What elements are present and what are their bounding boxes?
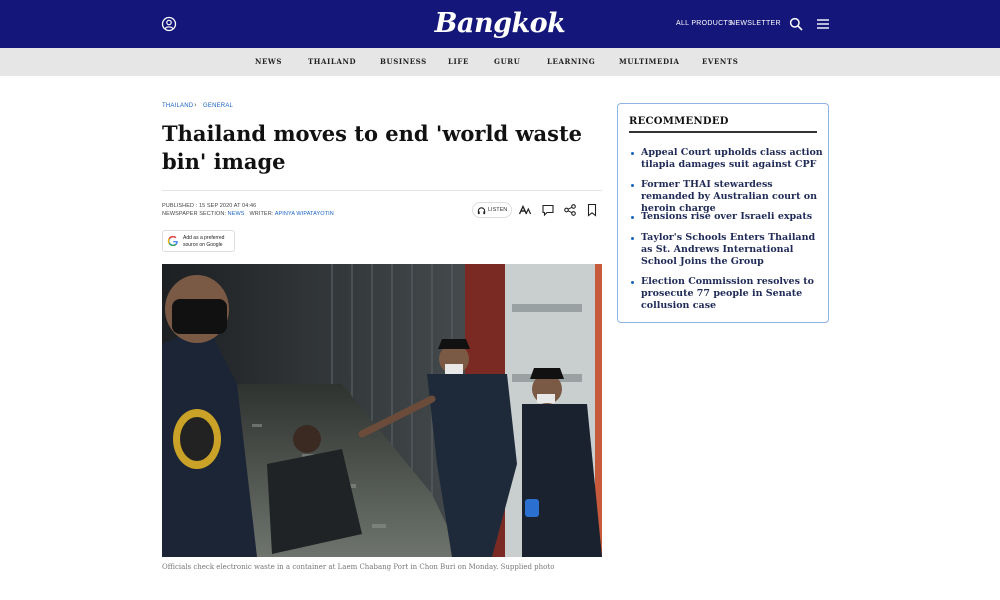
recommended-box: RECOMMENDED Appeal Court upholds class a… xyxy=(617,103,829,323)
breadcrumb-subsection[interactable]: GENERAL xyxy=(203,102,233,110)
listen-button[interactable]: LISTEN xyxy=(472,202,512,218)
recommended-item-label[interactable]: Appeal Court upholds class action tilapi… xyxy=(641,147,823,170)
section-link[interactable]: NEWS xyxy=(228,211,245,217)
google-preferred-source-button[interactable]: Add as a preferred source on Google xyxy=(162,230,235,252)
recommended-item-label[interactable]: Former THAI stewardess remanded by Austr… xyxy=(641,179,817,214)
nav-item-learning[interactable]: LEARNING xyxy=(547,57,595,67)
e-waste-container-photo xyxy=(162,264,602,557)
section-label: NEWSPAPER SECTION: xyxy=(162,211,228,217)
published-label: PUBLISHED : xyxy=(162,203,199,209)
nav-item-multimedia[interactable]: MULTIMEDIA xyxy=(619,57,680,67)
writer-link[interactable]: APINYA WIPATAYOTIN xyxy=(275,211,334,217)
bullet-icon xyxy=(631,281,634,284)
article-title: Thailand moves to end 'world waste bin' … xyxy=(162,121,583,174)
nav-item-news[interactable]: NEWS xyxy=(255,57,282,67)
recommended-title: RECOMMENDED xyxy=(629,116,729,127)
newsletter-link[interactable]: NEWSLETTER xyxy=(730,19,781,29)
hamburger-menu-icon[interactable] xyxy=(816,17,830,31)
recommended-divider xyxy=(629,131,817,133)
google-badge-label: Add as a preferred source on Google xyxy=(183,235,225,248)
all-products-link[interactable]: ALL PRODUCTS xyxy=(676,19,733,29)
bullet-icon xyxy=(631,184,634,187)
nav-item-events[interactable]: EVENTS xyxy=(702,57,738,67)
share-icon[interactable] xyxy=(563,203,577,217)
breadcrumb-separator-icon: › xyxy=(194,101,197,109)
top-header: Bangkok Post ALL PRODUCTS NEWSLETTER xyxy=(0,0,1000,79)
recommended-item[interactable]: Former THAI stewardess remanded by Austr… xyxy=(629,179,825,215)
bullet-icon xyxy=(631,237,634,240)
divider xyxy=(162,190,602,191)
recommended-item[interactable]: Appeal Court upholds class action tilapi… xyxy=(629,147,825,171)
recommended-item-label[interactable]: Election Commission resolves to prosecut… xyxy=(641,276,814,311)
photo-caption: Officials check electronic waste in a co… xyxy=(162,563,555,571)
nav-item-life[interactable]: LIFE xyxy=(448,57,469,67)
nav-item-guru[interactable]: GURU xyxy=(494,57,520,67)
recommended-item[interactable]: Election Commission resolves to prosecut… xyxy=(629,276,825,312)
search-icon[interactable] xyxy=(789,17,803,31)
recommended-item-label[interactable]: Tensions rise over Israeli expats xyxy=(641,211,812,222)
site-logo[interactable]: Bangkok Post xyxy=(400,4,600,79)
bookmark-icon[interactable] xyxy=(585,203,599,217)
listen-label: LISTEN xyxy=(488,207,508,213)
writer-label: WRITER: xyxy=(249,211,275,217)
published-line: PUBLISHED : 15 SEP 2020 AT 04:46 xyxy=(162,203,256,210)
nav-item-thailand[interactable]: THAILAND xyxy=(308,57,356,67)
published-date: 15 SEP 2020 AT 04:46 xyxy=(198,203,257,209)
user-account-icon[interactable] xyxy=(161,16,177,32)
headphones-icon xyxy=(477,207,486,215)
recommended-item[interactable]: Taylor's Schools Enters Thailand as St. … xyxy=(629,232,825,268)
font-size-icon[interactable] xyxy=(518,203,532,217)
breadcrumb-section[interactable]: THAILAND xyxy=(162,102,193,110)
comment-icon[interactable] xyxy=(541,203,555,217)
article-photo xyxy=(162,264,602,557)
nav-item-business[interactable]: BUSINESS xyxy=(380,57,427,67)
section-nav: NEWS THAILAND BUSINESS LIFE GURU LEARNIN… xyxy=(0,48,1000,76)
google-logo-icon xyxy=(167,235,178,247)
section-writer-line: NEWSPAPER SECTION: NEWS WRITER: APINYA W… xyxy=(162,211,334,218)
recommended-item[interactable]: Tensions rise over Israeli expats xyxy=(629,211,825,223)
recommended-item-label[interactable]: Taylor's Schools Enters Thailand as St. … xyxy=(641,232,815,267)
bullet-icon xyxy=(631,152,634,155)
bullet-icon xyxy=(631,216,634,219)
